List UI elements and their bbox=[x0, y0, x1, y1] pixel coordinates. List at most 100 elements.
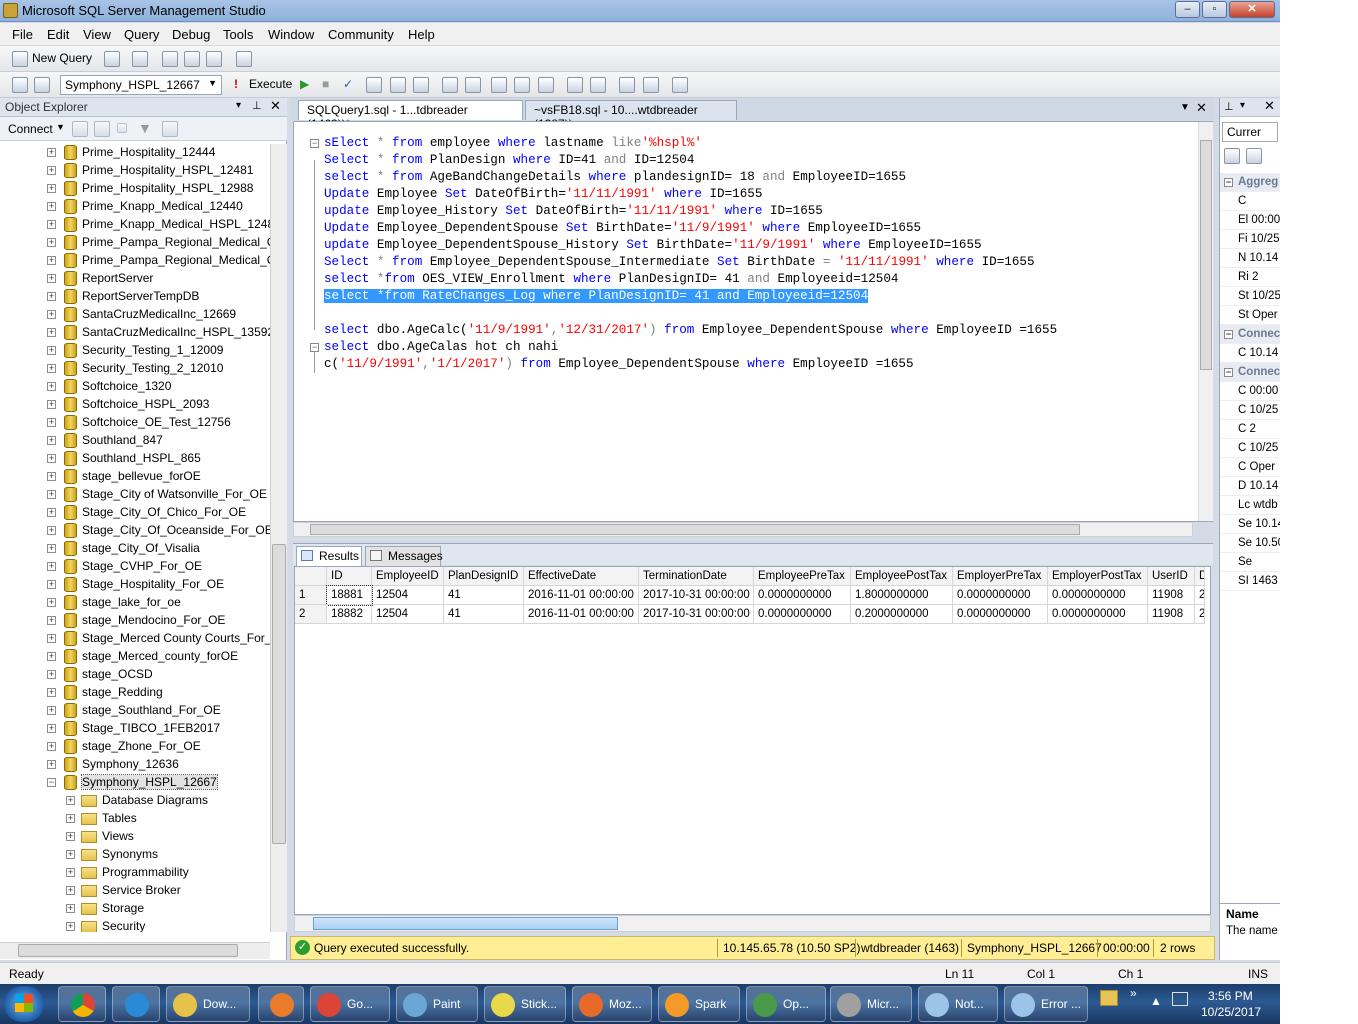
tree-database-node[interactable]: + stage_bellevue_forOE bbox=[0, 468, 270, 486]
grid-cell[interactable]: 41 bbox=[444, 605, 524, 624]
grid-cell[interactable]: 18881 bbox=[326, 585, 373, 606]
code-area[interactable]: sElect * from employee where lastname li… bbox=[294, 135, 1194, 515]
panel-dropdown-icon[interactable]: ▾ bbox=[1240, 100, 1245, 111]
tab-sqlquery1[interactable]: SQLQuery1.sql - 1...tdbreader (1463))* bbox=[298, 100, 523, 131]
tab-vsfb18[interactable]: ~vsFB18.sql - 10....wtdbreader (1387)) bbox=[525, 100, 737, 131]
expand-toggle-icon[interactable]: + bbox=[47, 652, 56, 661]
grid-cell[interactable]: 12504 bbox=[372, 605, 444, 624]
property-row[interactable]: SI 1463 bbox=[1220, 572, 1280, 591]
network-icon[interactable] bbox=[1172, 992, 1188, 1006]
expand-toggle-icon[interactable]: + bbox=[47, 526, 56, 535]
tree-database-node[interactable]: + Prime_Hospitality_12444 bbox=[0, 144, 270, 162]
row-number[interactable]: 1 bbox=[295, 586, 327, 605]
property-row[interactable]: El 00:00 bbox=[1220, 211, 1280, 230]
expand-toggle-icon[interactable]: + bbox=[47, 436, 56, 445]
expand-toggle-icon[interactable]: + bbox=[47, 670, 56, 679]
taskbar-sticky-notes[interactable]: Stick... bbox=[484, 986, 566, 1022]
expand-toggle-icon[interactable]: + bbox=[47, 454, 56, 463]
property-row[interactable]: Ri 2 bbox=[1220, 268, 1280, 287]
column-header[interactable]: EmployeePostTax bbox=[851, 567, 953, 586]
taskbar-spark[interactable]: Spark bbox=[658, 986, 740, 1022]
collapse-category-icon[interactable]: − bbox=[1224, 178, 1233, 187]
specify-values-icon[interactable] bbox=[672, 77, 688, 93]
expand-toggle-icon[interactable]: + bbox=[47, 328, 56, 337]
expand-toggle-icon[interactable]: + bbox=[47, 220, 56, 229]
clock-time[interactable]: 3:56 PM bbox=[1208, 989, 1253, 1003]
column-header[interactable]: PlanDesignID bbox=[444, 567, 524, 586]
maximize-button[interactable]: ▫ bbox=[1202, 1, 1227, 18]
expand-toggle-icon[interactable]: + bbox=[47, 760, 56, 769]
editor-vertical-scrollbar[interactable] bbox=[1198, 122, 1213, 521]
decrease-indent-icon[interactable] bbox=[619, 77, 635, 93]
expand-toggle-icon[interactable]: + bbox=[66, 796, 75, 805]
expand-toggle-icon[interactable]: + bbox=[66, 832, 75, 841]
db-engine-query-icon[interactable] bbox=[104, 51, 120, 67]
pin-icon[interactable]: ⊥ bbox=[252, 99, 262, 112]
results-to-grid-icon[interactable] bbox=[413, 77, 429, 93]
expand-toggle-icon[interactable]: + bbox=[66, 886, 75, 895]
column-header[interactable]: ID bbox=[327, 567, 372, 586]
expand-toggle-icon[interactable]: + bbox=[66, 850, 75, 859]
expand-toggle-icon[interactable]: + bbox=[47, 292, 56, 301]
grid-horizontal-scrollbar[interactable] bbox=[294, 915, 1211, 932]
close-tab-icon[interactable]: ✕ bbox=[1196, 100, 1207, 116]
connect-icon[interactable] bbox=[12, 77, 28, 93]
expand-toggle-icon[interactable]: + bbox=[47, 400, 56, 409]
grid-cell[interactable]: 0.0000000000 bbox=[1048, 605, 1148, 624]
property-category[interactable]: Aggreg − bbox=[1220, 173, 1280, 192]
tree-database-node[interactable]: + Prime_Hospitality_HSPL_12481 bbox=[0, 162, 270, 180]
tree-horizontal-scrollbar[interactable] bbox=[0, 942, 270, 959]
results-grid[interactable]: ID EmployeeID PlanDesignID EffectiveDate Ter… bbox=[294, 566, 1211, 915]
tree-database-node[interactable]: + stage_City_Of_Visalia bbox=[0, 540, 270, 558]
results-to-file-icon[interactable] bbox=[514, 77, 530, 93]
property-row[interactable]: C 10/25 bbox=[1220, 439, 1280, 458]
property-row[interactable]: St 10/25 bbox=[1220, 287, 1280, 306]
query-designer-icon[interactable] bbox=[390, 77, 406, 93]
grid-cell[interactable]: 0.0000000000 bbox=[953, 605, 1048, 624]
expand-toggle-icon[interactable]: + bbox=[66, 814, 75, 823]
grid-cell[interactable]: 0.0000000000 bbox=[1048, 586, 1148, 605]
scroll-thumb[interactable] bbox=[272, 544, 286, 844]
flag-icon[interactable]: ▲ bbox=[1150, 994, 1162, 1008]
taskbar-ie[interactable] bbox=[112, 986, 160, 1022]
expand-toggle-icon[interactable]: + bbox=[47, 490, 56, 499]
menu-query[interactable]: Query bbox=[124, 27, 159, 42]
cancel-query-icon[interactable]: ■ bbox=[322, 77, 329, 91]
expand-toggle-icon[interactable]: + bbox=[47, 598, 56, 607]
code-line[interactable]: Select * from Employee_DependentSpouse_I… bbox=[324, 254, 1035, 271]
property-row[interactable]: D 10.14 bbox=[1220, 477, 1280, 496]
grid-cell[interactable]: 1.8000000000 bbox=[851, 586, 953, 605]
grid-cell[interactable]: 2 bbox=[1195, 605, 1205, 624]
expand-toggle-icon[interactable]: + bbox=[47, 346, 56, 355]
tab-list-icon[interactable]: ▼ bbox=[1180, 102, 1190, 113]
tree-folder-node[interactable]: + Security bbox=[0, 918, 270, 932]
new-query-icon[interactable] bbox=[12, 51, 28, 67]
include-plan-icon[interactable] bbox=[442, 77, 458, 93]
expand-toggle-icon[interactable]: + bbox=[47, 562, 56, 571]
disconnect-icon[interactable] bbox=[94, 121, 110, 137]
expand-toggle-icon[interactable]: + bbox=[47, 148, 56, 157]
property-row[interactable]: C 00:00 bbox=[1220, 382, 1280, 401]
tree-folder-node[interactable]: + Views bbox=[0, 828, 270, 846]
expand-toggle-icon[interactable]: + bbox=[47, 688, 56, 697]
code-line[interactable]: Update Employee_DependentSpouse Set Birt… bbox=[324, 220, 921, 237]
grid-cell[interactable]: 2 bbox=[1195, 586, 1205, 605]
code-line[interactable]: update Employee_DependentSpouse_History … bbox=[324, 237, 982, 254]
tree-folder-node[interactable]: + Tables bbox=[0, 810, 270, 828]
tree-folder-node[interactable]: + Synonyms bbox=[0, 846, 270, 864]
menu-debug[interactable]: Debug bbox=[172, 27, 210, 42]
code-line[interactable]: Update Employee Set DateOfBirth='11/11/1… bbox=[324, 186, 762, 203]
client-stats-icon[interactable] bbox=[465, 77, 481, 93]
editor-horizontal-scrollbar[interactable] bbox=[293, 522, 1193, 537]
taskbar-firefox[interactable]: Moz... bbox=[572, 986, 652, 1022]
scroll-thumb[interactable] bbox=[18, 944, 238, 957]
tree-database-node[interactable]: + Stage_TIBCO_1FEB2017 bbox=[0, 720, 270, 738]
tab-results[interactable]: Results bbox=[296, 546, 362, 566]
column-header[interactable]: EmployeePreTax bbox=[754, 567, 851, 586]
column-header[interactable]: EmployeeID bbox=[372, 567, 444, 586]
code-line[interactable]: select dbo.AgeCalas hot ch nahi bbox=[324, 339, 558, 356]
column-header[interactable]: EffectiveDate bbox=[524, 567, 639, 586]
column-header[interactable]: TerminationDate bbox=[639, 567, 754, 586]
expand-toggle-icon[interactable]: + bbox=[47, 742, 56, 751]
tree-database-node[interactable]: + Stage_City_Of_Oceanside_For_OE bbox=[0, 522, 270, 540]
